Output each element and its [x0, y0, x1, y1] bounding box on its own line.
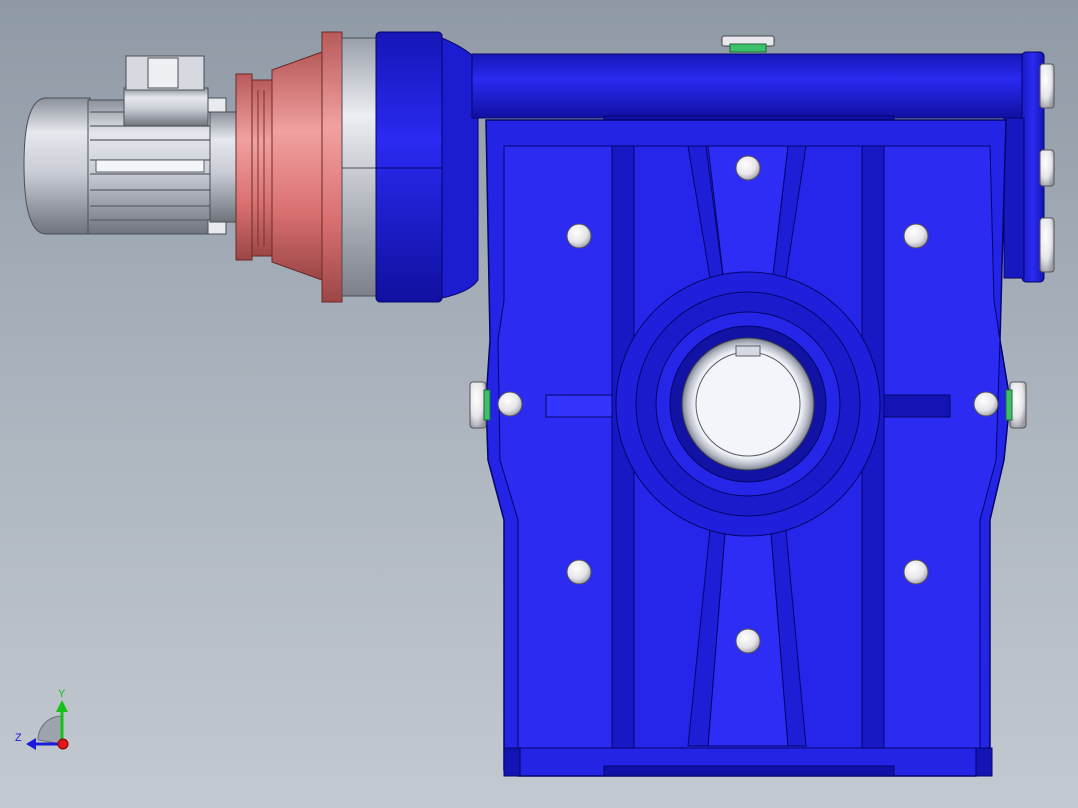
triad-y-label: Y: [58, 688, 66, 700]
orientation-triad[interactable]: [26, 700, 69, 750]
bolt: [1039, 149, 1055, 187]
bolt: [1039, 63, 1055, 109]
bolt: [903, 559, 929, 585]
bolt: [735, 155, 761, 181]
bolt: [566, 223, 592, 249]
triad-z-label: Z: [15, 732, 22, 744]
worm-gearbox-housing[interactable]: [471, 35, 1045, 777]
bolt: [903, 223, 929, 249]
planetary-stage-housing[interactable]: [341, 37, 379, 297]
bolt: [497, 391, 523, 417]
model-scene[interactable]: [0, 0, 1078, 808]
input-flange-blue[interactable]: [375, 31, 479, 303]
keyway: [735, 345, 761, 357]
bolt: [1039, 217, 1055, 273]
electric-motor[interactable]: [23, 55, 239, 235]
bolt: [973, 391, 999, 417]
bolt: [735, 628, 761, 654]
breather-plug[interactable]: [721, 35, 775, 53]
output-hub[interactable]: [615, 271, 881, 537]
graphics-viewport[interactable]: Y Z: [0, 0, 1078, 808]
bolt: [566, 559, 592, 585]
motor-adapter-flange[interactable]: [235, 31, 343, 303]
x-axis-dot: [57, 738, 69, 750]
